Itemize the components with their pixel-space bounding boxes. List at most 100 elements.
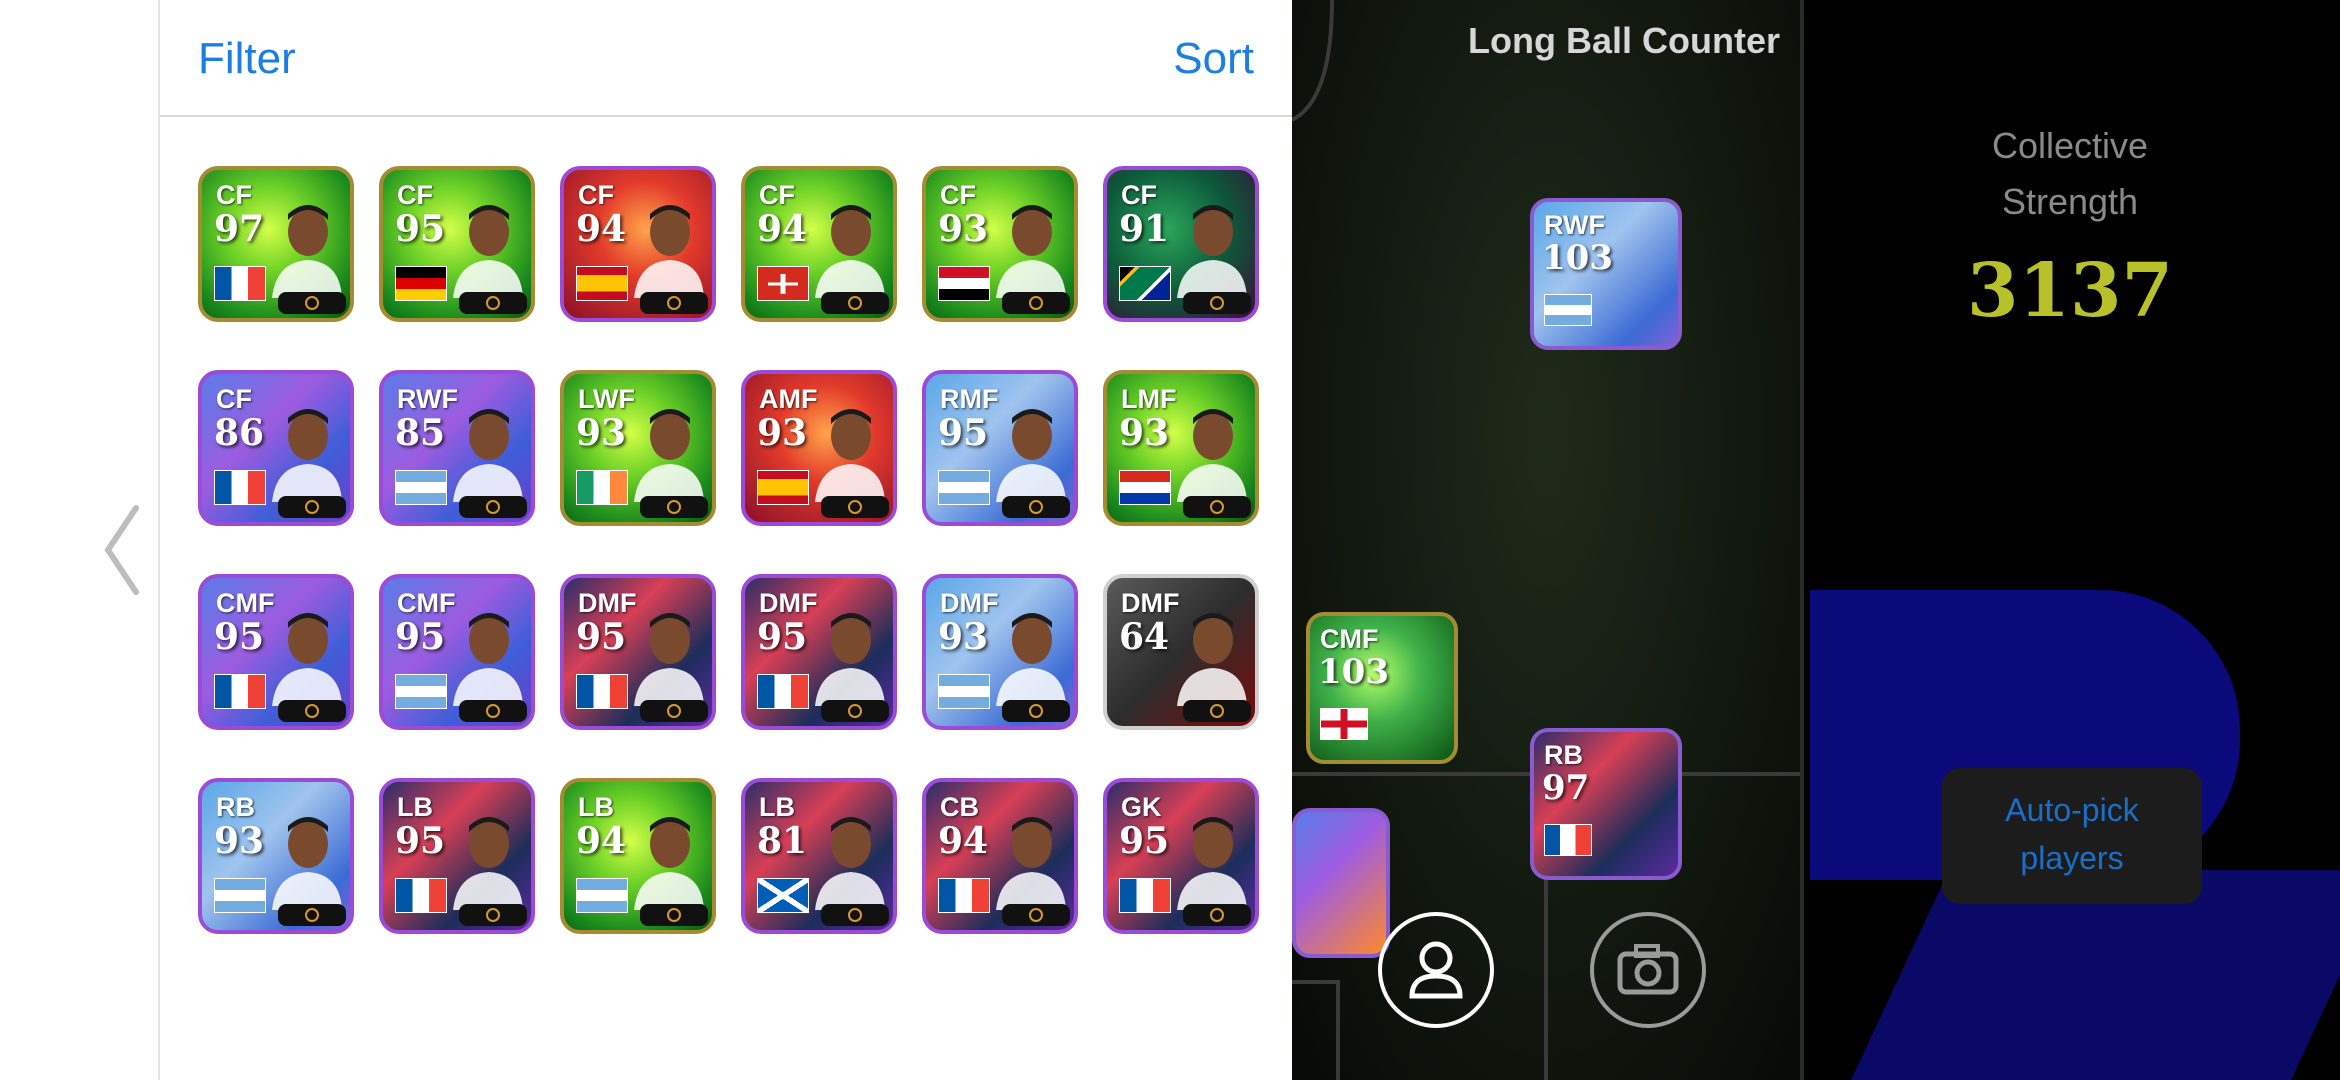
flag-france-icon xyxy=(576,674,628,709)
card-rating: 86 xyxy=(214,412,265,454)
flag-switzerland-icon xyxy=(757,266,809,301)
player-card[interactable]: LB 94 xyxy=(560,778,716,934)
player-profile-button[interactable] xyxy=(1378,912,1494,1028)
player-card[interactable]: DMF 64 xyxy=(1103,574,1259,730)
card-badge-icon xyxy=(640,496,708,518)
player-card[interactable]: RB 93 xyxy=(198,778,354,934)
panel-header: Filter Sort xyxy=(160,0,1292,117)
card-position: RWF xyxy=(1544,210,1605,240)
player-card[interactable]: DMF 93 xyxy=(922,574,1078,730)
card-badge-icon xyxy=(1183,292,1251,314)
player-card[interactable]: CF 97 xyxy=(198,166,354,322)
player-portrait-icon xyxy=(453,817,523,910)
card-position: DMF xyxy=(578,588,637,618)
card-position: CB xyxy=(940,792,979,822)
flag-france-icon xyxy=(757,674,809,709)
player-card[interactable]: CF 94 xyxy=(560,166,716,322)
collective-strength-value: 3137 xyxy=(1967,248,2173,334)
card-rating: 94 xyxy=(576,820,627,862)
player-card[interactable]: CF 93 xyxy=(922,166,1078,322)
player-portrait-icon xyxy=(453,205,523,298)
player-portrait-icon xyxy=(996,817,1066,910)
card-position: CF xyxy=(216,180,252,210)
card-rating: 95 xyxy=(576,616,627,658)
card-rating: 95 xyxy=(395,208,446,250)
card-badge-icon xyxy=(459,496,527,518)
card-rating: 95 xyxy=(757,616,808,658)
player-card[interactable]: CF 91 xyxy=(1103,166,1259,322)
card-rating: 93 xyxy=(938,208,989,250)
card-position: RB xyxy=(216,792,255,822)
player-selection-panel: Filter Sort CF 97 CF 95 CF 94 CF 94 CF 93 CF 91 CF 86… xyxy=(160,0,1292,1080)
auto-pick-button[interactable]: Auto-pick players xyxy=(1942,768,2202,904)
card-position: CF xyxy=(1121,180,1157,210)
flag-argentina-icon xyxy=(395,674,447,709)
player-portrait-icon xyxy=(453,613,523,706)
card-position: DMF xyxy=(759,588,818,618)
card-badge-icon xyxy=(1002,700,1070,722)
card-badge-icon xyxy=(459,904,527,926)
player-card[interactable]: LB 81 xyxy=(741,778,897,934)
player-card[interactable]: RMF 95 xyxy=(922,370,1078,526)
player-portrait-icon xyxy=(1177,613,1247,706)
auto-pick-line1: Auto-pick xyxy=(2005,792,2139,828)
card-rating: 91 xyxy=(1119,208,1170,250)
card-position: AMF xyxy=(759,384,818,414)
player-card[interactable]: CMF 95 xyxy=(198,574,354,730)
card-rating: 85 xyxy=(395,412,446,454)
player-card[interactable]: CB 94 xyxy=(922,778,1078,934)
flag-south-africa-icon xyxy=(1119,266,1171,301)
player-portrait-icon xyxy=(634,817,704,910)
player-portrait-icon xyxy=(272,409,342,502)
card-badge-icon xyxy=(640,292,708,314)
player-card[interactable]: AMF 93 xyxy=(741,370,897,526)
card-rating: 93 xyxy=(938,616,989,658)
card-rating: 94 xyxy=(757,208,808,250)
player-card[interactable]: CF 95 xyxy=(379,166,535,322)
player-portrait-icon xyxy=(272,817,342,910)
card-position: CF xyxy=(216,384,252,414)
card-position: GK xyxy=(1121,792,1162,822)
formation-card-partial[interactable] xyxy=(1292,808,1390,958)
formation-card-rb[interactable]: RB 97 xyxy=(1530,728,1682,880)
player-card[interactable]: CF 94 xyxy=(741,166,897,322)
player-portrait-icon xyxy=(272,613,342,706)
player-card[interactable]: LWF 93 xyxy=(560,370,716,526)
flag-france-icon xyxy=(395,878,447,913)
flag-spain-icon xyxy=(757,470,809,505)
player-card[interactable]: CF 86 xyxy=(198,370,354,526)
sort-button[interactable]: Sort xyxy=(1173,34,1254,84)
player-card[interactable]: CMF 95 xyxy=(379,574,535,730)
flag-france-icon xyxy=(1544,824,1592,856)
player-card[interactable]: DMF 95 xyxy=(741,574,897,730)
flag-argentina-icon xyxy=(214,878,266,913)
player-card[interactable]: DMF 95 xyxy=(560,574,716,730)
card-badge-icon xyxy=(459,700,527,722)
player-portrait-icon xyxy=(634,409,704,502)
card-rating: 95 xyxy=(395,820,446,862)
formation-card-rwf[interactable]: RWF 103 xyxy=(1530,198,1682,350)
flag-paraguay-icon xyxy=(1119,470,1171,505)
card-position: CF xyxy=(759,180,795,210)
card-rating: 93 xyxy=(576,412,627,454)
card-position: LB xyxy=(759,792,795,822)
flag-germany-icon xyxy=(395,266,447,301)
filter-button[interactable]: Filter xyxy=(198,34,296,84)
player-card[interactable]: RWF 85 xyxy=(379,370,535,526)
card-position: CF xyxy=(940,180,976,210)
player-card[interactable]: GK 95 xyxy=(1103,778,1259,934)
card-position: CMF xyxy=(397,588,456,618)
card-badge-icon xyxy=(821,496,889,518)
screenshot-button[interactable] xyxy=(1590,912,1706,1028)
player-portrait-icon xyxy=(815,409,885,502)
card-badge-icon xyxy=(1183,904,1251,926)
player-portrait-icon xyxy=(996,205,1066,298)
camera-icon xyxy=(1617,944,1679,995)
flag-england-icon xyxy=(1320,708,1368,740)
card-badge-icon xyxy=(1002,904,1070,926)
player-card[interactable]: LB 95 xyxy=(379,778,535,934)
player-card[interactable]: LMF 93 xyxy=(1103,370,1259,526)
card-badge-icon xyxy=(821,292,889,314)
formation-card-cmf[interactable]: CMF 103 xyxy=(1306,612,1458,764)
chevron-left-icon[interactable] xyxy=(98,500,146,600)
